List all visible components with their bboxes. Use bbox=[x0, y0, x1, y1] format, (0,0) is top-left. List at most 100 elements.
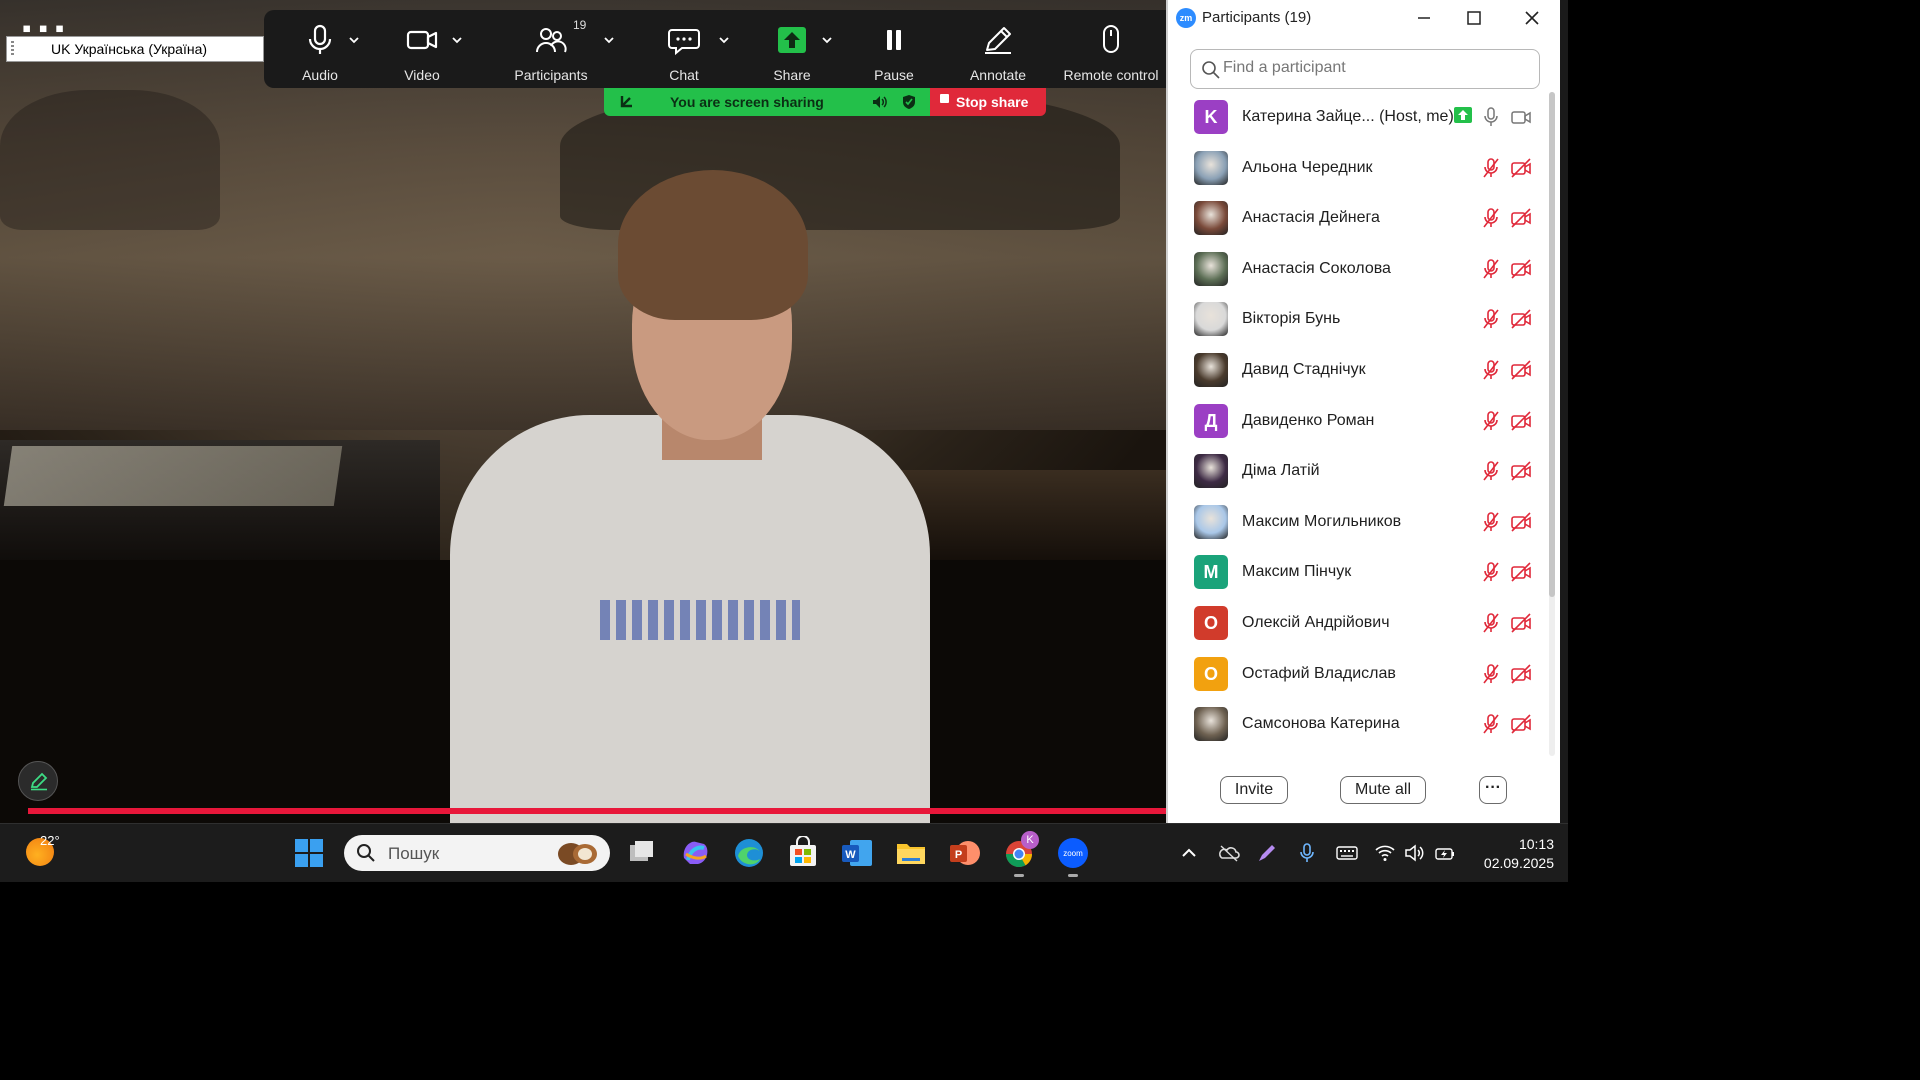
panel-titlebar[interactable]: zm Participants (19) bbox=[1168, 0, 1562, 36]
chat-label: Chat bbox=[669, 67, 699, 83]
mic-muted-icon[interactable] bbox=[1480, 663, 1502, 685]
camera-off-icon[interactable] bbox=[1510, 663, 1532, 685]
meeting-toolbar: Audio Video Participants 19 Chat Share P… bbox=[264, 10, 1166, 88]
participant-row[interactable]: K Катерина Зайце... (Host, me) bbox=[1168, 92, 1546, 143]
zoom-app-icon[interactable]: zoom bbox=[1056, 836, 1090, 870]
participant-name: Діма Латій bbox=[1242, 462, 1320, 480]
stop-share-button[interactable]: Stop share bbox=[930, 88, 1046, 116]
mic-muted-icon[interactable] bbox=[1480, 308, 1502, 330]
video-camera-icon[interactable] bbox=[1510, 106, 1532, 128]
participant-row[interactable]: Д Давиденко Роман bbox=[1168, 396, 1546, 447]
audio-button[interactable]: Audio bbox=[284, 10, 356, 88]
participants-chevron-down-icon[interactable] bbox=[603, 34, 615, 46]
camera-off-icon[interactable] bbox=[1510, 561, 1532, 583]
copilot-icon[interactable] bbox=[678, 836, 712, 870]
share-chevron-down-icon[interactable] bbox=[821, 34, 833, 46]
participant-row[interactable]: Анастасія Соколова bbox=[1168, 244, 1546, 295]
audio-chevron-down-icon[interactable] bbox=[348, 34, 360, 46]
grip-icon[interactable] bbox=[11, 41, 14, 57]
participant-row[interactable]: Анастасія Дейнега bbox=[1168, 193, 1546, 244]
close-icon[interactable] bbox=[1512, 6, 1552, 30]
share-button[interactable]: Share bbox=[756, 10, 828, 88]
mic-muted-icon[interactable] bbox=[1480, 258, 1502, 280]
mic-muted-icon[interactable] bbox=[1480, 157, 1502, 179]
language-indicator[interactable]: UK Українська (Україна) bbox=[6, 36, 264, 62]
chat-chevron-down-icon[interactable] bbox=[718, 34, 730, 46]
mic-muted-icon[interactable] bbox=[1480, 561, 1502, 583]
minimize-icon[interactable] bbox=[1404, 6, 1444, 30]
camera-off-icon[interactable] bbox=[1510, 410, 1532, 432]
camera-off-icon[interactable] bbox=[1510, 157, 1532, 179]
mic-muted-icon[interactable] bbox=[1480, 511, 1502, 533]
maximize-icon[interactable] bbox=[1454, 6, 1494, 30]
annotate-button[interactable]: Annotate bbox=[958, 10, 1038, 88]
powerpoint-icon[interactable]: P bbox=[948, 836, 982, 870]
camera-off-icon[interactable] bbox=[1510, 511, 1532, 533]
taskbar-clock[interactable]: 10:13 02.09.2025 bbox=[1474, 835, 1554, 873]
scrollbar-thumb[interactable] bbox=[1549, 92, 1555, 597]
annotate-label: Annotate bbox=[969, 67, 1027, 83]
camera-off-icon[interactable] bbox=[1510, 207, 1532, 229]
participant-row[interactable]: Самсонова Катерина bbox=[1168, 699, 1546, 750]
video-chevron-down-icon[interactable] bbox=[451, 34, 463, 46]
microsoft-store-icon[interactable] bbox=[786, 836, 820, 870]
chat-button[interactable]: Chat bbox=[648, 10, 720, 88]
word-icon[interactable]: W bbox=[840, 836, 874, 870]
mic-muted-icon[interactable] bbox=[1480, 612, 1502, 634]
camera-off-icon[interactable] bbox=[1510, 258, 1532, 280]
mic-muted-icon[interactable] bbox=[1480, 207, 1502, 229]
camera-off-icon[interactable] bbox=[1510, 359, 1532, 381]
edge-browser-icon[interactable] bbox=[732, 836, 766, 870]
screen-sharing-banner[interactable]: You are screen sharing bbox=[604, 88, 930, 116]
participant-search-input[interactable] bbox=[1223, 59, 1523, 77]
chrome-running-indicator bbox=[1014, 874, 1024, 877]
volume-icon[interactable] bbox=[1404, 842, 1426, 864]
video-button[interactable]: Video bbox=[386, 10, 458, 88]
mute-all-button[interactable]: Mute all bbox=[1340, 776, 1426, 804]
annotation-pen-button[interactable] bbox=[18, 761, 58, 801]
participant-row[interactable]: O Остафий Владислав bbox=[1168, 649, 1546, 700]
show-hidden-icons-chevron-up-icon[interactable] bbox=[1178, 842, 1200, 864]
keyboard-icon[interactable] bbox=[1336, 842, 1358, 864]
participant-photo-avatar bbox=[1194, 504, 1228, 539]
camera-off-icon[interactable] bbox=[1510, 308, 1532, 330]
pen-tray-icon[interactable] bbox=[1256, 842, 1278, 864]
task-view-icon[interactable] bbox=[624, 836, 658, 870]
participant-row[interactable]: Давид Стаднічук bbox=[1168, 345, 1546, 396]
taskbar-search-box[interactable]: Пошук bbox=[344, 835, 610, 871]
mic-icon[interactable] bbox=[1480, 106, 1502, 128]
language-label: UK Українська (Україна) bbox=[51, 41, 208, 57]
microphone-in-use-icon[interactable] bbox=[1296, 842, 1318, 864]
camera-off-icon[interactable] bbox=[1510, 713, 1532, 735]
wifi-icon[interactable] bbox=[1374, 842, 1396, 864]
mic-muted-icon[interactable] bbox=[1480, 713, 1502, 735]
file-explorer-icon[interactable] bbox=[894, 836, 928, 870]
share-screen-icon bbox=[778, 27, 806, 53]
pause-label: Pause bbox=[874, 67, 914, 83]
participant-row[interactable]: Вікторія Бунь bbox=[1168, 294, 1546, 345]
participant-row[interactable]: Альона Чередник bbox=[1168, 143, 1546, 194]
security-shield-icon[interactable] bbox=[902, 94, 916, 110]
mic-muted-icon[interactable] bbox=[1480, 359, 1502, 381]
battery-charging-icon[interactable] bbox=[1434, 842, 1456, 864]
participant-row[interactable]: Максим Могильников bbox=[1168, 497, 1546, 548]
participant-row[interactable]: O Олексій Андрійович bbox=[1168, 598, 1546, 649]
invite-button[interactable]: Invite bbox=[1220, 776, 1288, 804]
camera-off-icon[interactable] bbox=[1510, 460, 1532, 482]
more-options-button[interactable]: ··· bbox=[1479, 776, 1507, 804]
participant-row[interactable]: Діма Латій bbox=[1168, 446, 1546, 497]
onedrive-cloud-icon[interactable] bbox=[1218, 842, 1240, 864]
speaker-volume-icon[interactable] bbox=[872, 95, 888, 109]
participant-row[interactable]: M Максим Пінчук bbox=[1168, 547, 1546, 598]
participant-list-scrollbar[interactable] bbox=[1548, 92, 1556, 756]
mic-muted-icon[interactable] bbox=[1480, 460, 1502, 482]
participant-search-box[interactable] bbox=[1190, 49, 1540, 89]
background-crowd-left bbox=[0, 90, 220, 230]
speaker-hair bbox=[618, 170, 808, 320]
mic-muted-icon[interactable] bbox=[1480, 410, 1502, 432]
remote-control-button[interactable]: Remote control bbox=[1056, 10, 1166, 88]
windows-start-icon[interactable] bbox=[292, 836, 326, 870]
pause-share-button[interactable]: Pause bbox=[858, 10, 930, 88]
chrome-profile-button[interactable]: K bbox=[1002, 831, 1039, 870]
camera-off-icon[interactable] bbox=[1510, 612, 1532, 634]
